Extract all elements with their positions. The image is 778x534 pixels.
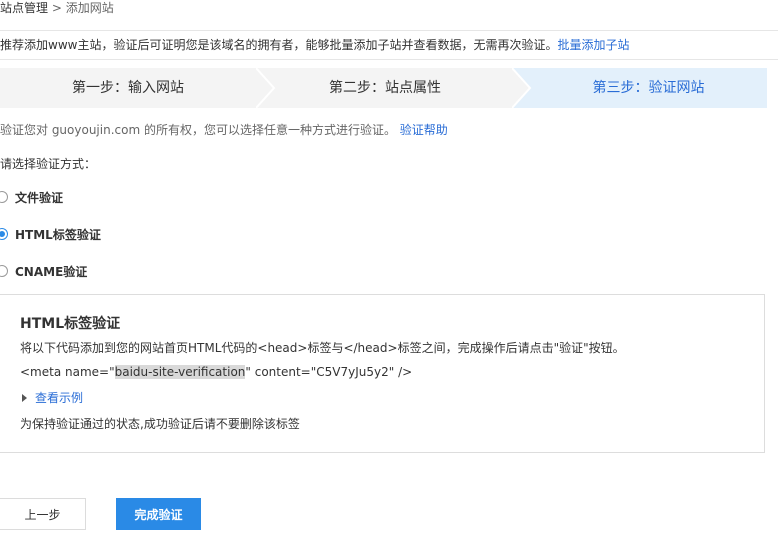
breadcrumb: 站点管理 > 添加网站 (0, 0, 114, 16)
radio-cname[interactable] (0, 265, 8, 277)
breadcrumb-current: 添加网站 (65, 1, 114, 15)
finish-verification-button[interactable]: 完成验证 (116, 498, 201, 530)
html-tag-panel: HTML标签验证 将以下代码添加到您的网站首页HTML代码的<head>标签与<… (0, 294, 765, 453)
step-separator-arrow (512, 68, 532, 108)
triangle-right-icon (22, 394, 27, 402)
view-example-link[interactable]: 查看示例 (35, 390, 83, 406)
batch-add-subsite-link[interactable]: 批量添加子站 (557, 38, 629, 52)
code-suffix: " content="C5V7yJu5y2" /> (245, 365, 413, 379)
verify-ownership-text: 验证您对 guoyoujin.com 的所有权，您可以选择任意一种方式进行验证。… (0, 121, 448, 139)
radio-html-tag[interactable] (0, 228, 8, 240)
add-site-page: 站点管理 > 添加网站 推荐添加www主站，验证后可证明您是该域名的拥有者，能够… (0, 0, 778, 534)
verification-code[interactable]: <meta name="baidu-site-verification" con… (20, 363, 412, 381)
prev-step-button[interactable]: 上一步 (0, 498, 86, 530)
breadcrumb-parent[interactable]: 站点管理 (0, 1, 48, 15)
method-label: CNAME验证 (15, 264, 88, 279)
method-html-tag-verification[interactable]: HTML标签验证 (0, 224, 101, 244)
step-progress: 第一步：输入网站 第二步：站点属性 第三步：验证网站 (0, 68, 767, 108)
code-highlight: baidu-site-verification (114, 365, 246, 379)
method-cname-verification[interactable]: CNAME验证 (0, 261, 87, 281)
step-1: 第一步：输入网站 (72, 80, 184, 96)
panel-description: 将以下代码添加到您的网站首页HTML代码的<head>标签与</head>标签之… (20, 341, 625, 355)
radio-file[interactable] (0, 191, 8, 203)
code-prefix: <meta name=" (20, 365, 115, 379)
step-3-active: 第三步：验证网站 (530, 68, 767, 108)
verify-help-link[interactable]: 验证帮助 (400, 123, 448, 137)
method-label: HTML标签验证 (15, 227, 101, 242)
view-example-toggle[interactable]: 查看示例 (22, 390, 83, 406)
tip-bar: 推荐添加www主站，验证后可证明您是该域名的拥有者，能够批量添加子站并查看数据，… (0, 30, 778, 60)
breadcrumb-separator: > (48, 1, 66, 15)
choose-method-label: 请选择验证方式： (0, 157, 97, 171)
verify-text: 验证您对 guoyoujin.com 的所有权，您可以选择任意一种方式进行验证。 (0, 123, 396, 137)
panel-note: 为保持验证通过的状态,成功验证后请不要删除该标签 (20, 417, 300, 431)
step-2: 第二步：站点属性 (329, 80, 441, 96)
panel-title: HTML标签验证 (20, 316, 121, 332)
tip-text: 推荐添加www主站，验证后可证明您是该域名的拥有者，能够批量添加子站并查看数据，… (0, 38, 558, 52)
method-file-verification[interactable]: 文件验证 (0, 187, 63, 207)
method-label: 文件验证 (15, 190, 64, 205)
